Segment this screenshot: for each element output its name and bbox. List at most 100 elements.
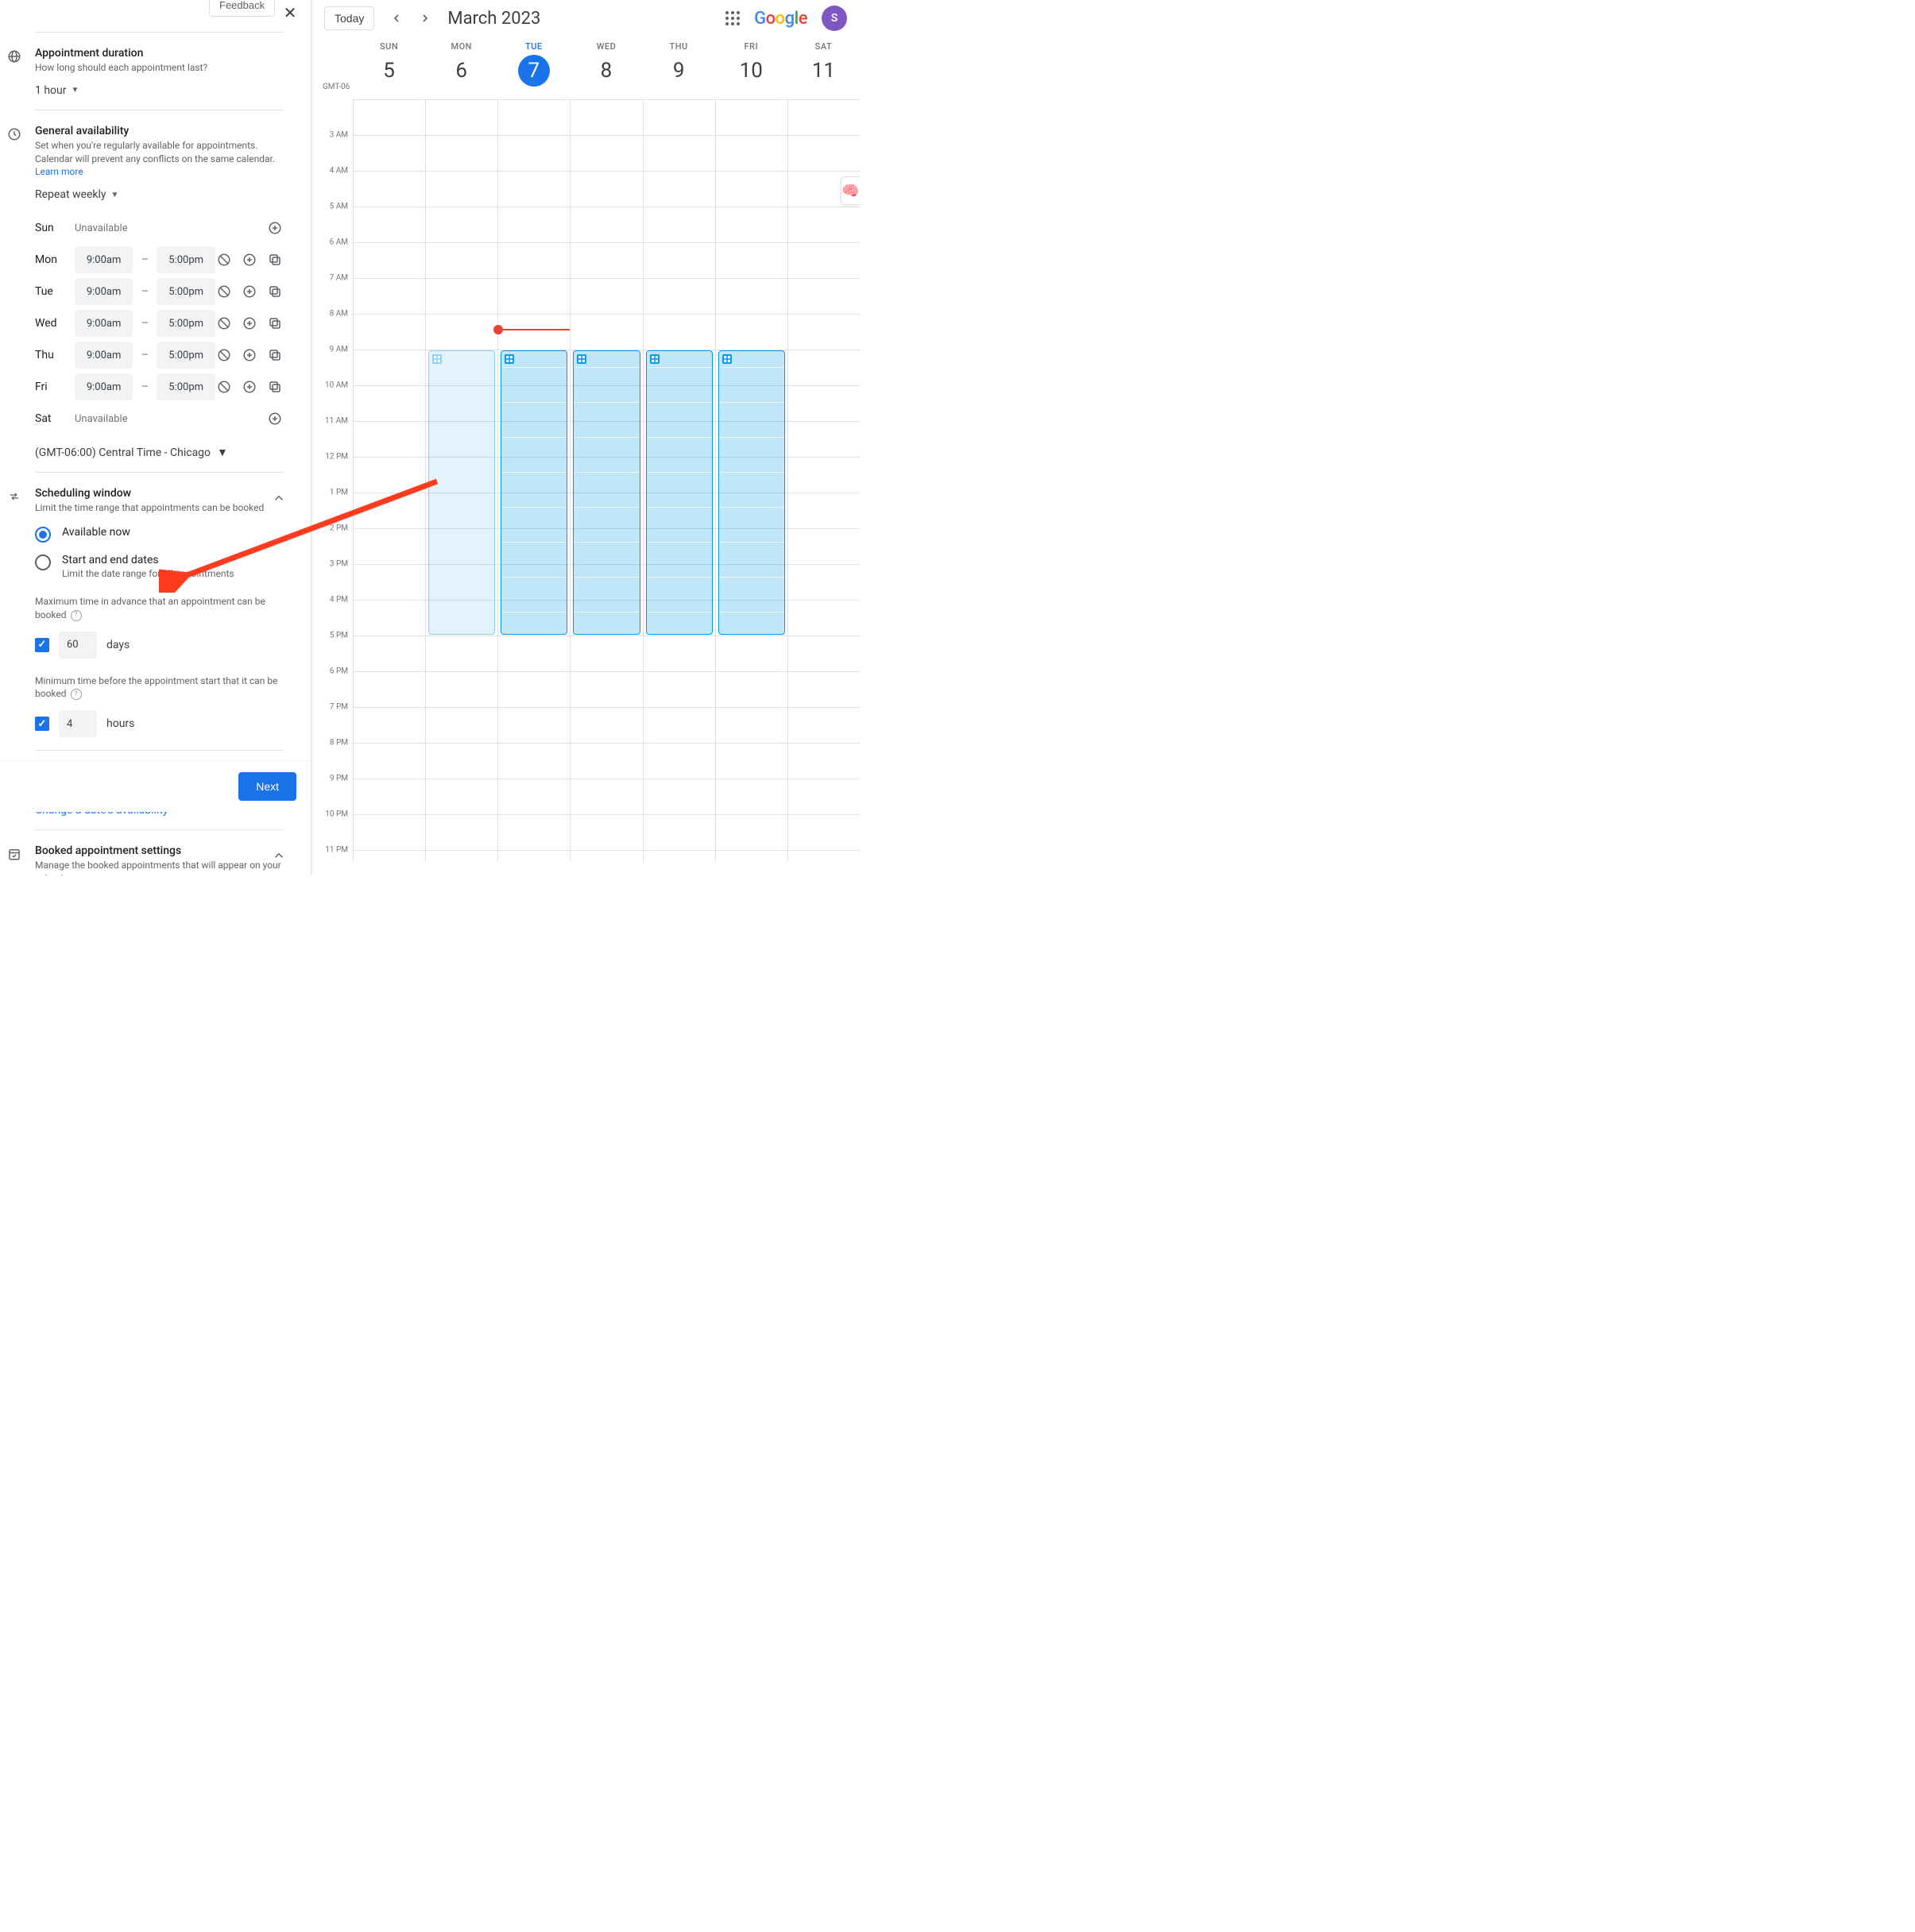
- next-button[interactable]: Next: [238, 772, 296, 801]
- next-week-button[interactable]: [412, 6, 438, 31]
- day-column-header[interactable]: THU9: [643, 41, 715, 87]
- close-icon[interactable]: ✕: [277, 0, 303, 25]
- radio-available-now[interactable]: [35, 527, 51, 543]
- hour-label: 12 PM: [325, 453, 348, 462]
- schedule-icon: [505, 354, 514, 364]
- end-time-input[interactable]: 5:00pm: [157, 278, 215, 305]
- hour-label: 10 AM: [325, 381, 348, 390]
- end-time-input[interactable]: 5:00pm: [157, 246, 215, 273]
- hour-label: 8 AM: [330, 310, 348, 319]
- min-before-checkbox[interactable]: ✓: [35, 717, 49, 731]
- availability-block[interactable]: [646, 350, 713, 635]
- grid-column[interactable]: [570, 100, 642, 862]
- settings-panel[interactable]: Feedback ✕ Appointment duration How long…: [0, 0, 311, 875]
- copy-icon[interactable]: [266, 378, 284, 396]
- repeat-select[interactable]: Repeat weekly ▼: [35, 188, 118, 201]
- availability-block[interactable]: [428, 350, 495, 635]
- add-period-icon[interactable]: [241, 378, 258, 396]
- unavailable-icon[interactable]: [215, 378, 233, 396]
- today-button[interactable]: Today: [324, 6, 374, 30]
- grid-column[interactable]: [715, 100, 787, 862]
- day-row: Thu9:00am–5:00pm: [35, 339, 284, 371]
- add-period-icon[interactable]: [241, 346, 258, 364]
- brain-extension-tab[interactable]: 🧠: [841, 176, 860, 205]
- unavailable-icon[interactable]: [215, 283, 233, 300]
- start-time-input[interactable]: 9:00am: [75, 342, 133, 369]
- schedule-icon: [650, 354, 660, 364]
- booked-desc: Manage the booked appointments that will…: [35, 859, 284, 875]
- unavailable-icon[interactable]: [215, 315, 233, 332]
- availability-block[interactable]: [573, 350, 640, 635]
- help-icon[interactable]: ?: [71, 689, 82, 700]
- chevron-down-icon: ▼: [217, 446, 228, 459]
- hour-label: 11 AM: [325, 417, 348, 426]
- unavailable-text: Unavailable: [75, 222, 266, 234]
- day-column-header[interactable]: TUE7: [497, 41, 570, 87]
- end-time-input[interactable]: 5:00pm: [157, 310, 215, 337]
- end-time-input[interactable]: 5:00pm: [157, 342, 215, 369]
- scheduling-desc: Limit the time range that appointments c…: [35, 501, 284, 515]
- grid-column[interactable]: [497, 100, 570, 862]
- day-column-header[interactable]: SUN5: [353, 41, 425, 87]
- day-column-header[interactable]: MON6: [425, 41, 497, 87]
- chevron-down-icon: ▼: [111, 191, 119, 199]
- hour-label: 3 AM: [330, 131, 348, 140]
- duration-select[interactable]: 1 hour ▼: [35, 84, 79, 97]
- hour-label: 5 PM: [330, 632, 348, 640]
- add-period-icon[interactable]: [241, 283, 258, 300]
- availability-block[interactable]: [718, 350, 785, 635]
- day-column-header[interactable]: FRI10: [715, 41, 787, 87]
- grid-column[interactable]: [643, 100, 715, 862]
- day-label: Mon: [35, 253, 75, 266]
- duration-desc: How long should each appointment last?: [35, 61, 284, 75]
- grid-column[interactable]: [425, 100, 497, 862]
- booked-title: Booked appointment settings: [35, 844, 284, 857]
- end-time-input[interactable]: 5:00pm: [157, 373, 215, 400]
- hour-label: 10 PM: [325, 810, 348, 819]
- add-period-icon[interactable]: [266, 410, 284, 427]
- feedback-button[interactable]: Feedback: [209, 0, 275, 17]
- hour-label: 9 PM: [330, 775, 348, 783]
- max-advance-checkbox[interactable]: ✓: [35, 638, 49, 652]
- copy-icon[interactable]: [266, 315, 284, 332]
- hour-label: 11 PM: [325, 846, 348, 855]
- start-time-input[interactable]: 9:00am: [75, 278, 133, 305]
- copy-icon[interactable]: [266, 283, 284, 300]
- max-advance-label: Maximum time in advance that an appointm…: [35, 595, 284, 622]
- grid-column[interactable]: [787, 100, 860, 862]
- day-column-header[interactable]: WED8: [570, 41, 642, 87]
- add-period-icon[interactable]: [241, 315, 258, 332]
- help-icon[interactable]: ?: [71, 610, 82, 621]
- learn-more-link[interactable]: Learn more: [35, 166, 83, 177]
- avatar[interactable]: S: [822, 6, 847, 31]
- add-period-icon[interactable]: [266, 219, 284, 237]
- unavailable-icon[interactable]: [215, 251, 233, 269]
- collapse-icon[interactable]: [269, 846, 288, 865]
- chevron-down-icon: ▼: [72, 86, 79, 95]
- start-time-input[interactable]: 9:00am: [75, 310, 133, 337]
- min-before-input[interactable]: 4: [59, 710, 97, 737]
- hour-label: 2 PM: [330, 524, 348, 533]
- radio-start-end-dates[interactable]: [35, 554, 51, 570]
- now-indicator: [498, 329, 570, 330]
- month-title: March 2023: [447, 9, 540, 29]
- copy-icon[interactable]: [266, 346, 284, 364]
- prev-week-button[interactable]: [384, 6, 409, 31]
- start-time-input[interactable]: 9:00am: [75, 246, 133, 273]
- grid-column[interactable]: [353, 100, 425, 862]
- google-logo: Google: [754, 9, 807, 29]
- copy-icon[interactable]: [266, 251, 284, 269]
- timezone-select[interactable]: (GMT-06:00) Central Time - Chicago ▼: [35, 446, 228, 459]
- unavailable-icon[interactable]: [215, 346, 233, 364]
- max-advance-input[interactable]: 60: [59, 632, 97, 659]
- day-column-header[interactable]: SAT11: [787, 41, 860, 87]
- availability-block[interactable]: [501, 350, 567, 635]
- collapse-icon[interactable]: [269, 489, 288, 508]
- scheduling-title: Scheduling window: [35, 487, 284, 500]
- start-time-input[interactable]: 9:00am: [75, 373, 133, 400]
- hour-label: 7 PM: [330, 703, 348, 712]
- apps-icon[interactable]: [725, 11, 740, 25]
- schedule-icon: [432, 354, 442, 364]
- day-row: SunUnavailable: [35, 212, 284, 244]
- add-period-icon[interactable]: [241, 251, 258, 269]
